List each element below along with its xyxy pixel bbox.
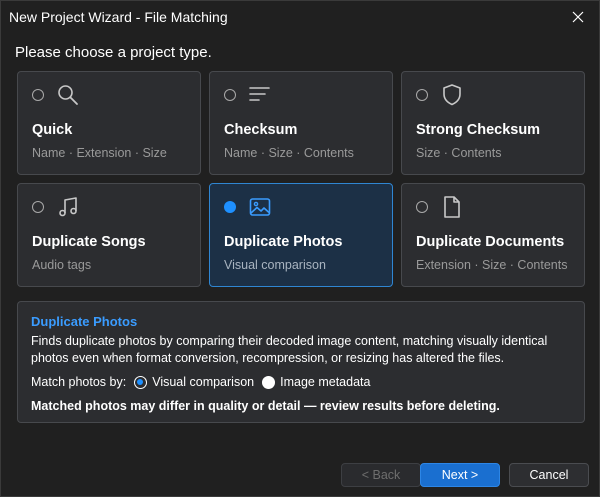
option-image-metadata[interactable]: Image metadata [262,375,370,389]
card-title: Duplicate Songs [32,234,146,250]
card-radio[interactable] [416,201,428,213]
music-note-icon [59,197,77,217]
card-duplicate-photos[interactable]: Duplicate Photos Visual comparison [209,183,393,287]
option-visual-comparison[interactable]: Visual comparison [134,375,254,389]
cancel-button[interactable]: Cancel [509,463,589,487]
match-label: Match photos by: [31,375,127,389]
card-radio[interactable] [32,201,44,213]
detail-description: Finds duplicate photos by comparing thei… [31,334,548,365]
card-duplicate-songs[interactable]: Duplicate Songs Audio tags [17,183,201,287]
title-bar: New Project Wizard - File Matching [1,1,599,33]
card-radio[interactable] [32,89,44,101]
window-title: New Project Wizard - File Matching [9,9,228,25]
wizard-window: New Project Wizard - File Matching Pleas… [0,0,600,497]
search-icon [58,85,78,105]
card-radio[interactable] [416,89,428,101]
image-icon [249,198,271,216]
radio-button-selected[interactable] [134,375,148,389]
card-radio-selected[interactable] [224,201,236,213]
card-subtitle: Name · Size · Contents [224,146,354,160]
page-prompt: Please choose a project type. [15,44,212,61]
card-subtitle: Extension · Size · Contents [416,258,568,272]
card-subtitle: Audio tags [32,258,92,272]
radio-button[interactable] [262,375,276,389]
card-subtitle: Visual comparison [224,258,326,272]
card-title: Duplicate Documents [416,234,565,250]
document-icon [444,196,460,218]
card-title: Duplicate Photos [224,234,343,250]
warning-text: Matched photos may differ in quality or … [31,399,500,413]
match-options: Match photos by: Visual comparison Image… [31,375,370,389]
detail-title: Duplicate Photos [31,314,138,329]
card-duplicate-documents[interactable]: Duplicate Documents Extension · Size · C… [401,183,585,287]
close-button[interactable] [565,5,591,29]
card-subtitle: Name · Extension · Size [32,146,167,160]
close-icon [572,11,584,23]
option-label: Visual comparison [152,375,255,389]
next-button[interactable]: Next > [420,463,500,487]
card-subtitle: Size · Contents [416,146,502,160]
card-strong-checksum[interactable]: Strong Checksum Size · Contents [401,71,585,175]
card-radio[interactable] [224,89,236,101]
lines-icon [249,87,270,101]
card-quick[interactable]: Quick Name · Extension · Size [17,71,201,175]
card-title: Quick [32,122,73,138]
card-title: Checksum [224,122,298,138]
detail-panel: Duplicate Photos Finds duplicate photos … [17,301,585,423]
back-button[interactable]: < Back [341,463,421,487]
card-title: Strong Checksum [416,122,541,138]
option-label: Image metadata [280,375,371,389]
shield-icon [443,84,461,106]
card-checksum[interactable]: Checksum Name · Size · Contents [209,71,393,175]
